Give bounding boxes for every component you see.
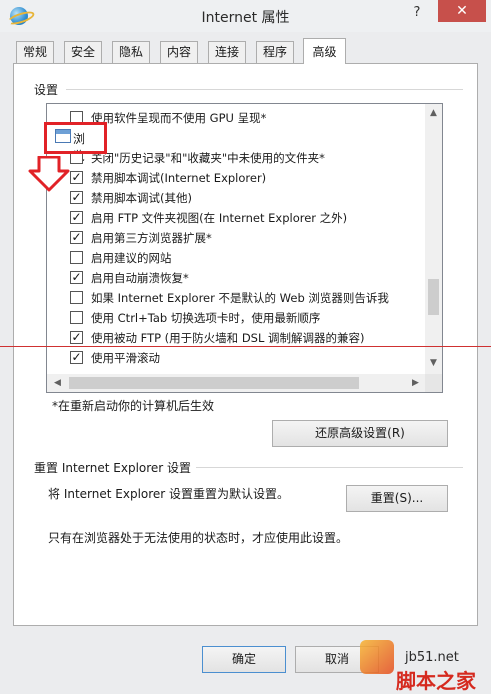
checkbox[interactable]: ✓ [70, 191, 83, 204]
tab-security[interactable]: 安全 [64, 41, 102, 63]
reset-note: 只有在浏览器处于无法使用的状态时，才应使用此设置。 [48, 531, 349, 545]
scroll-down-icon[interactable]: ▼ [425, 358, 442, 368]
checkbox[interactable]: ✓ [70, 231, 83, 244]
setting-label: 启用建议的网站 [91, 251, 172, 265]
watermark-site: jb51.net [405, 650, 459, 665]
checkbox[interactable]: ✓ [70, 331, 83, 344]
close-button[interactable]: ✕ [438, 0, 486, 22]
group-divider [66, 89, 463, 90]
group-divider [196, 467, 463, 468]
checkbox[interactable]: ✓ [70, 211, 83, 224]
setting-row[interactable]: ✓ 禁用脚本调试(其他) [70, 188, 425, 208]
setting-label: 启用 FTP 文件夹视图(在 Internet Explorer 之外) [91, 211, 348, 225]
setting-label: 使用平滑滚动 [91, 351, 160, 365]
help-button[interactable]: ? [404, 1, 430, 25]
horizontal-scroll-thumb[interactable] [69, 377, 359, 389]
tab-programs[interactable]: 程序 [256, 41, 294, 63]
setting-row[interactable]: 使用 Ctrl+Tab 切换选项卡时，使用最新顺序 [70, 308, 425, 328]
checkbox[interactable]: ✓ [70, 171, 83, 184]
tab-connections[interactable]: 连接 [208, 41, 246, 63]
checkbox[interactable] [70, 251, 83, 264]
setting-row[interactable]: 关闭"历史记录"和"收藏夹"中未使用的文件夹* [70, 148, 425, 168]
setting-row[interactable]: ✓ 使用平滑滚动 [70, 348, 425, 368]
checkbox[interactable]: ✓ [70, 271, 83, 284]
reset-group-label: 重置 Internet Explorer 设置 [34, 461, 192, 475]
watermark-brand: 脚本之家 [396, 669, 476, 693]
restore-advanced-settings-button[interactable]: 还原高级设置(R) [272, 420, 448, 447]
restart-note: *在重新启动你的计算机后生效 [52, 399, 215, 413]
setting-row[interactable]: 启用建议的网站 [70, 248, 425, 268]
tab-content[interactable]: 内容 [160, 41, 198, 63]
vertical-scrollbar[interactable] [425, 104, 442, 374]
checkbox[interactable] [70, 291, 83, 304]
annotation-highlight-box [44, 122, 107, 154]
setting-label: 使用 Ctrl+Tab 切换选项卡时，使用最新顺序 [91, 311, 321, 325]
vertical-scroll-thumb[interactable] [428, 279, 439, 315]
reset-button[interactable]: 重置(S)... [346, 485, 448, 512]
setting-label: 如果 Internet Explorer 不是默认的 Web 浏览器则告诉我 [91, 291, 389, 305]
tab-general[interactable]: 常规 [16, 41, 54, 63]
annotation-arrow-icon [28, 156, 70, 192]
setting-label: 禁用脚本调试(Internet Explorer) [91, 171, 267, 185]
setting-row[interactable]: ✓ 禁用脚本调试(Internet Explorer) [70, 168, 425, 188]
tab-advanced[interactable]: 高级 [303, 38, 346, 64]
setting-row[interactable]: 使用软件呈现而不使用 GPU 呈现* [70, 108, 425, 128]
setting-label: 使用被动 FTP (用于防火墙和 DSL 调制解调器的兼容) [91, 331, 365, 345]
setting-label: 启用自动崩溃恢复* [91, 271, 189, 285]
scroll-right-icon[interactable]: ▶ [407, 378, 424, 388]
setting-row[interactable]: ✓ 启用第三方浏览器扩展* [70, 228, 425, 248]
checkbox[interactable]: ✓ [70, 351, 83, 364]
setting-label: 关闭"历史记录"和"收藏夹"中未使用的文件夹* [91, 151, 325, 165]
watermark-logo [360, 640, 394, 674]
checkbox[interactable] [70, 311, 83, 324]
setting-row[interactable]: ✓ 启用自动崩溃恢复* [70, 268, 425, 288]
scrollbar-corner [425, 374, 442, 392]
tab-privacy[interactable]: 隐私 [112, 41, 150, 63]
setting-label: 启用第三方浏览器扩展* [91, 231, 212, 245]
settings-group-label: 设置 [34, 83, 59, 97]
scroll-up-icon[interactable]: ▲ [425, 108, 442, 118]
reset-description: 将 Internet Explorer 设置重置为默认设置。 [48, 487, 290, 501]
annotation-line [0, 346, 491, 347]
setting-label: 禁用脚本调试(其他) [91, 191, 192, 205]
setting-row[interactable]: ✓ 使用被动 FTP (用于防火墙和 DSL 调制解调器的兼容) [70, 328, 425, 348]
setting-row[interactable]: ✓ 启用 FTP 文件夹视图(在 Internet Explorer 之外) [70, 208, 425, 228]
scroll-left-icon[interactable]: ◀ [49, 378, 66, 388]
setting-label: 使用软件呈现而不使用 GPU 呈现* [91, 111, 267, 125]
ok-button[interactable]: 确定 [202, 646, 286, 673]
setting-row[interactable]: 如果 Internet Explorer 不是默认的 Web 浏览器则告诉我 [70, 288, 425, 308]
